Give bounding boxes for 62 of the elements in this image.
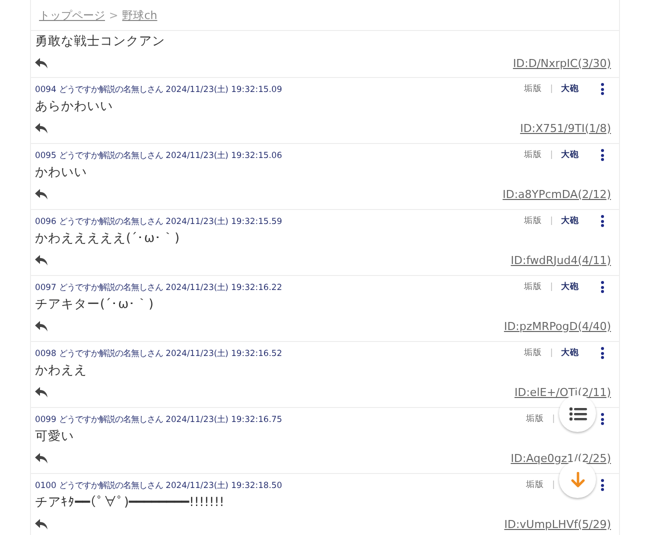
reply-icon[interactable] [35,254,48,266]
ban-link[interactable]: 垢版 [524,347,542,359]
user-id-link[interactable]: ID:vUmpLHVf(5/29) [504,518,611,530]
post-header: 0098 どうですか解説の名無しさん 2024/11/23(土) 19:32:16.52 [35,348,282,358]
user-id-link[interactable]: ID:Aqe0gz1/(2/25) [510,452,611,464]
reply-icon[interactable] [35,58,48,68]
cannon-link[interactable]: 大砲 [561,347,579,359]
reply-icon[interactable] [35,518,48,530]
separator: | [552,414,555,424]
post-header: 0095 どうですか解説の名無しさん 2024/11/23(土) 19:32:15.06 [35,150,282,160]
user-id-link[interactable]: ID:fwdRJud4(4/11) [510,254,611,266]
post-body: チアｷﾀ━━(ﾟ∀ﾟ)━━━━━━━━!!!!!!! [35,493,226,511]
ban-link[interactable]: 垢版 [524,215,542,227]
post-header: 0100 どうですか解説の名無しさん 2024/11/23(土) 19:32:18.50 [35,480,282,490]
post-body: かわいい [35,163,88,181]
separator: | [550,150,553,160]
separator: | [550,216,553,226]
cannon-link[interactable]: 大砲 [561,83,579,95]
more-icon[interactable] [599,83,605,95]
post-body: あらかわいい [35,97,114,115]
cannon-link[interactable]: 大砲 [561,281,579,293]
more-icon[interactable] [599,215,605,227]
ban-link[interactable]: 垢版 [526,413,544,425]
breadcrumb-link[interactable]: 野球ch [122,8,158,22]
breadcrumb-link[interactable]: トップページ [39,8,105,22]
ban-link[interactable]: 垢版 [524,149,542,161]
separator: | [550,84,553,94]
user-id-link[interactable]: ID:a8YPcmDA(2/12) [502,188,611,200]
more-icon[interactable] [599,281,605,293]
cannon-link[interactable]: 大砲 [561,149,579,161]
more-icon[interactable] [599,347,605,359]
reply-icon[interactable] [35,188,48,200]
reply-icon[interactable] [35,122,48,134]
reply-icon[interactable] [35,386,48,398]
post-body: 可愛い [35,427,75,445]
more-icon[interactable] [599,479,605,491]
post-body: チアキター(´･ω･｀) [35,295,154,313]
user-id-link[interactable]: ID:X751/9TI(1/8) [520,122,611,134]
breadcrumb-separator: > [109,8,118,22]
ban-link[interactable]: 垢版 [524,83,542,95]
post-header: 0097 どうですか解説の名無しさん 2024/11/23(土) 19:32:16.22 [35,282,282,292]
reply-icon[interactable] [35,452,48,464]
ban-link[interactable]: 垢版 [524,281,542,293]
post-header: 0094 どうですか解説の名無しさん 2024/11/23(土) 19:32:15.09 [35,84,282,94]
user-id-link[interactable]: ID:elE+/OTi(2/11) [514,386,611,398]
reply-icon[interactable] [35,320,48,332]
post-body: かわええ [35,361,88,379]
post-body: 勇敢な戦士コンクアン [35,32,166,50]
separator: | [550,348,553,358]
list-icon [568,406,586,420]
post-header: 0099 どうですか解説の名無しさん 2024/11/23(土) 19:32:16.75 [35,414,282,424]
separator: | [550,282,553,292]
cannon-link[interactable]: 大砲 [561,215,579,227]
arrow-down-icon [570,472,584,488]
post-header: 0096 どうですか解説の名無しさん 2024/11/23(土) 19:32:15.59 [35,216,282,226]
user-id-link[interactable]: ID:D/NxrpIC(3/30) [512,56,611,70]
more-icon[interactable] [599,149,605,161]
user-id-link[interactable]: ID:pzMRPogD(4/40) [504,320,611,332]
ban-link[interactable]: 垢版 [526,479,544,491]
more-icon[interactable] [599,413,605,425]
post-body: かわえええええ(´･ω･｀) [35,229,180,247]
separator: | [552,480,555,490]
